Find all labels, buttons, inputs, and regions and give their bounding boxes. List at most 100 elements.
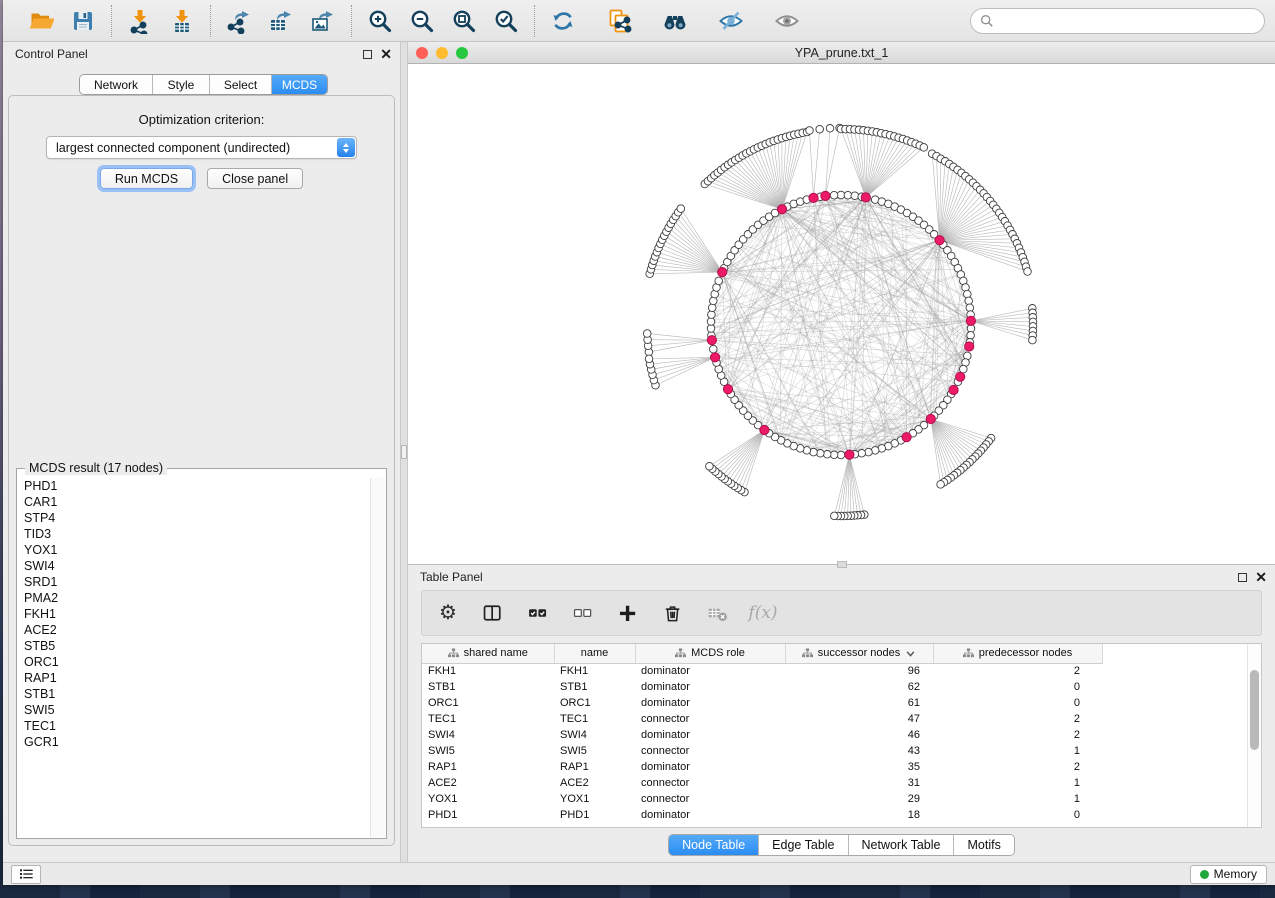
close-panel-icon[interactable]: ✕ <box>380 47 392 61</box>
refresh-icon[interactable] <box>549 7 577 35</box>
network-node[interactable] <box>830 451 838 459</box>
tab-mcds[interactable]: MCDS <box>272 75 327 94</box>
network-node[interactable] <box>708 311 716 319</box>
mcds-result-item[interactable]: GCR1 <box>24 734 370 750</box>
mcds-result-item[interactable]: RAP1 <box>24 670 370 686</box>
mcds-result-item[interactable]: PHD1 <box>24 478 370 494</box>
memory-button[interactable]: Memory <box>1190 865 1267 884</box>
hide-graphics-icon[interactable] <box>717 7 745 35</box>
mcds-result-item[interactable]: SWI5 <box>24 702 370 718</box>
mcds-result-item[interactable]: YOX1 <box>24 542 370 558</box>
column-header[interactable]: shared name <box>422 644 554 663</box>
column-header[interactable]: name <box>554 644 635 663</box>
mcds-hub-node[interactable] <box>809 193 818 202</box>
zoom-out-icon[interactable] <box>408 7 436 35</box>
mcds-result-item[interactable]: PMA2 <box>24 590 370 606</box>
mcds-result-item[interactable]: ACE2 <box>24 622 370 638</box>
tab-style[interactable]: Style <box>153 75 210 94</box>
network-canvas[interactable] <box>408 64 1275 563</box>
network-node[interactable] <box>964 290 972 298</box>
mcds-hub-node[interactable] <box>707 336 716 345</box>
network-node[interactable] <box>865 448 873 456</box>
mcds-hub-node[interactable] <box>777 205 786 214</box>
network-node[interactable] <box>707 318 715 326</box>
network-leaf-node[interactable] <box>1024 268 1032 276</box>
table-row[interactable]: SWI5SWI5connector 431 <box>422 743 1247 759</box>
table-row[interactable]: ORC1ORC1dominator 610 <box>422 695 1247 711</box>
mcds-hub-node[interactable] <box>902 433 911 442</box>
tab-network[interactable]: Network <box>80 75 153 94</box>
network-node[interactable] <box>817 450 825 458</box>
column-header[interactable]: predecessor nodes <box>933 644 1102 663</box>
mcds-result-item[interactable]: STP4 <box>24 510 370 526</box>
mcds-hub-node[interactable] <box>723 385 732 394</box>
show-graphics-icon[interactable] <box>773 7 801 35</box>
network-leaf-node[interactable] <box>806 127 814 135</box>
table-row[interactable]: ACE2ACE2connector 311 <box>422 775 1247 791</box>
import-table-icon[interactable] <box>168 7 196 35</box>
tab-motifs[interactable]: Motifs <box>954 835 1013 855</box>
network-node[interactable] <box>710 345 718 353</box>
vertical-splitter-handle[interactable] <box>401 445 407 459</box>
column-header[interactable]: MCDS role <box>635 644 785 663</box>
search-input[interactable] <box>999 14 1255 28</box>
zoom-selected-icon[interactable] <box>492 7 520 35</box>
select-all-icon[interactable] <box>526 601 550 625</box>
network-node[interactable] <box>823 451 831 459</box>
table-scrollbar[interactable] <box>1247 644 1261 827</box>
network-node[interactable] <box>967 332 975 340</box>
mcds-hub-node[interactable] <box>711 353 720 362</box>
mcds-result-item[interactable]: TID3 <box>24 526 370 542</box>
clone-network-icon[interactable] <box>605 7 633 35</box>
zoom-in-icon[interactable] <box>366 7 394 35</box>
mcds-hub-node[interactable] <box>965 342 974 351</box>
network-node[interactable] <box>830 191 838 199</box>
open-folder-icon[interactable] <box>27 7 55 35</box>
mcds-result-item[interactable]: FKH1 <box>24 606 370 622</box>
column-header[interactable]: successor nodes <box>785 644 933 663</box>
run-mcds-button[interactable]: Run MCDS <box>100 168 193 189</box>
table-row[interactable]: YOX1YOX1connector 291 <box>422 791 1247 807</box>
export-network-icon[interactable] <box>225 7 253 35</box>
vertical-splitter[interactable] <box>400 42 408 862</box>
network-leaf-node[interactable] <box>831 512 839 520</box>
network-leaf-node[interactable] <box>920 144 928 152</box>
gear-icon[interactable]: ⚙ <box>436 601 460 625</box>
network-node[interactable] <box>844 191 852 199</box>
mcds-hub-node[interactable] <box>760 425 769 434</box>
mcds-hub-node[interactable] <box>949 385 958 394</box>
search-binoculars-icon[interactable] <box>661 7 689 35</box>
task-history-button[interactable] <box>11 865 41 884</box>
horizontal-splitter-handle[interactable] <box>837 561 847 568</box>
zoom-fit-icon[interactable] <box>450 7 478 35</box>
optimization-criterion-dropdown[interactable]: largest connected component (undirected) <box>46 136 357 159</box>
mcds-result-item[interactable]: STB1 <box>24 686 370 702</box>
network-node[interactable] <box>851 192 859 200</box>
mcds-hub-node[interactable] <box>718 268 727 277</box>
network-graph[interactable] <box>408 64 1275 563</box>
close-table-panel-icon[interactable]: ✕ <box>1255 570 1267 584</box>
network-node[interactable] <box>858 450 866 458</box>
network-leaf-node[interactable] <box>937 481 945 489</box>
table-row[interactable]: TEC1TEC1connector 472 <box>422 711 1247 727</box>
mcds-hub-node[interactable] <box>966 316 975 325</box>
trash-icon[interactable] <box>661 601 685 625</box>
table-row[interactable]: PHD1PHD1dominator 180 <box>422 807 1247 823</box>
mcds-hub-node[interactable] <box>956 372 965 381</box>
table-row[interactable]: FKH1FKH1dominator 962 <box>422 663 1247 679</box>
deselect-icon[interactable] <box>571 601 595 625</box>
float-table-panel-icon[interactable] <box>1238 573 1247 582</box>
network-node[interactable] <box>708 304 716 312</box>
table-row[interactable]: RAP1RAP1dominator 352 <box>422 759 1247 775</box>
mcds-result-item[interactable]: CAR1 <box>24 494 370 510</box>
network-leaf-node[interactable] <box>645 355 653 363</box>
network-node[interactable] <box>710 297 718 305</box>
float-panel-icon[interactable] <box>363 50 372 59</box>
mcds-result-item[interactable]: TEC1 <box>24 718 370 734</box>
add-icon[interactable] <box>616 601 640 625</box>
network-leaf-node[interactable] <box>706 462 714 470</box>
export-image-icon[interactable] <box>309 7 337 35</box>
save-icon[interactable] <box>69 7 97 35</box>
network-leaf-node[interactable] <box>826 125 834 133</box>
columns-icon[interactable] <box>481 601 505 625</box>
